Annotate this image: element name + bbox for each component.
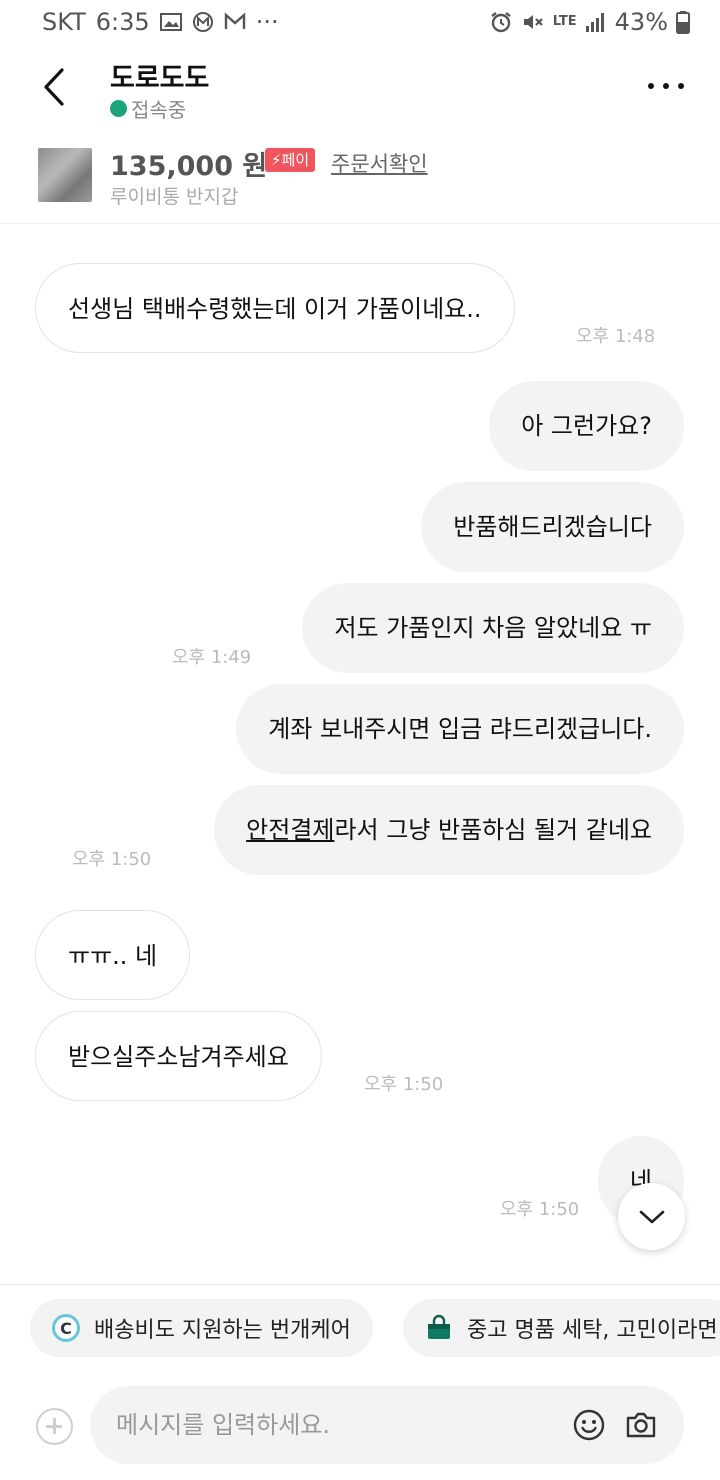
- message-time: 오후 1:50: [500, 1199, 580, 1220]
- battery-percent: 43%: [614, 8, 668, 36]
- alarm-icon: [491, 12, 511, 33]
- more-dots-icon[interactable]: [648, 74, 684, 98]
- suggestion-label: 배송비도 지원하는 번개케어: [94, 1318, 351, 1343]
- message-input-bar: [0, 1370, 720, 1480]
- message-outgoing[interactable]: 아 그런가요?: [489, 381, 684, 471]
- safe-payment-link[interactable]: 안전결제: [246, 816, 334, 844]
- status-right: LTE 43%: [489, 8, 690, 36]
- message-time: 오후 1:50: [364, 1074, 444, 1095]
- suggestion-strip[interactable]: C 배송비도 지원하는 번개케어 중고 명품 세탁, 고민이라면: [0, 1284, 720, 1370]
- emoji-icon[interactable]: [572, 1408, 606, 1442]
- gmail-icon: [224, 12, 245, 29]
- message-input[interactable]: [116, 1386, 556, 1464]
- product-name: 루이비통 반지갑: [110, 186, 239, 208]
- suggestion-chip-care[interactable]: C 배송비도 지원하는 번개케어: [30, 1299, 373, 1357]
- order-confirm-link[interactable]: 주문서확인: [331, 148, 428, 178]
- gallery-icon: [159, 13, 182, 31]
- message-outgoing[interactable]: 계좌 보내주시면 입금 랴드리겠급니다.: [236, 684, 684, 774]
- chat-header: 도로도도 접속중: [0, 44, 720, 136]
- clock: 6:35: [95, 8, 150, 36]
- message-outgoing[interactable]: 저도 가품인지 차음 알았네요 ㅠ: [302, 583, 684, 673]
- signal-icon: [585, 13, 604, 32]
- battery-icon: [676, 11, 690, 34]
- message-time: 오후 1:49: [172, 647, 252, 668]
- pay-badge: ⚡페이: [265, 148, 316, 172]
- status-bar: SKT 6:35 ··· LTE 43%: [0, 0, 720, 44]
- carrier: SKT: [42, 8, 86, 36]
- product-thumbnail[interactable]: [38, 148, 92, 202]
- presence-label: 접속중: [131, 98, 187, 122]
- message-incoming[interactable]: 선생님 택배수령했는데 이거 가품이네요..: [35, 263, 515, 353]
- plus-circle-icon[interactable]: [36, 1408, 73, 1445]
- suggestion-label: 중고 명품 세탁, 고민이라면: [467, 1318, 718, 1343]
- chevron-left-icon[interactable]: [38, 66, 74, 108]
- scroll-to-bottom-button[interactable]: [618, 1183, 685, 1250]
- message-box[interactable]: [90, 1386, 684, 1464]
- network-type: LTE: [552, 14, 577, 29]
- bag-icon: [428, 1314, 450, 1339]
- message-time: 오후 1:50: [72, 849, 152, 870]
- contact-name: 도로도도: [110, 63, 210, 94]
- status-left: SKT 6:35 ···: [42, 8, 279, 36]
- online-dot-icon: [110, 100, 127, 117]
- chevron-down-icon: [639, 1210, 664, 1223]
- camera-icon[interactable]: [624, 1408, 658, 1442]
- message-incoming[interactable]: 받으실주소남겨주세요: [35, 1011, 322, 1101]
- more-notifications-icon: ···: [255, 8, 279, 36]
- presence-status: 접속중: [110, 94, 186, 123]
- care-logo-icon: C: [52, 1314, 80, 1342]
- lightning-icon: ⚡: [271, 151, 282, 169]
- message-incoming[interactable]: ㅠㅠ.. 네: [35, 910, 191, 1000]
- message-outgoing[interactable]: 안전결제라서 그냥 반품하심 될거 같네요: [214, 785, 684, 875]
- product-summary[interactable]: 135,000 원 ⚡페이 주문서확인 루이비통 반지갑: [0, 136, 720, 224]
- message-outgoing[interactable]: 반품해드리겠습니다: [421, 482, 684, 572]
- suggestion-chip-laundry[interactable]: 중고 명품 세탁, 고민이라면: [403, 1299, 720, 1357]
- mute-icon: [523, 15, 543, 29]
- message-time: 오후 1:48: [576, 326, 656, 347]
- product-price: 135,000 원: [110, 151, 268, 182]
- app-notification-icon: [192, 12, 213, 32]
